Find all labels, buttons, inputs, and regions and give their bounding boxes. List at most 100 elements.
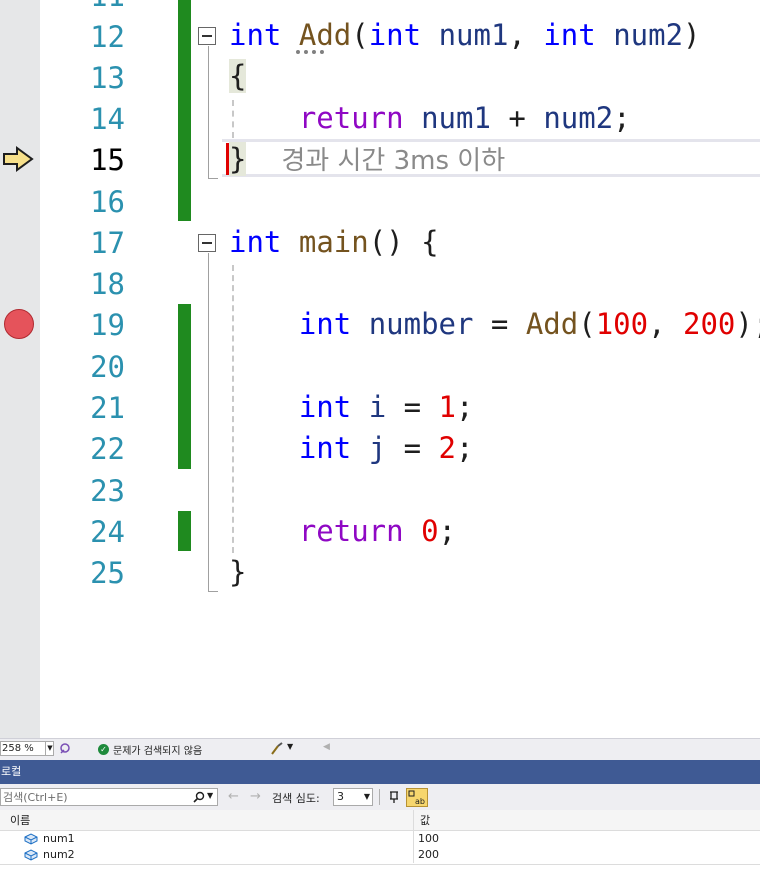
token-number: 1 (438, 390, 457, 424)
search-input[interactable] (3, 789, 189, 805)
line-number: 21 (90, 391, 125, 425)
issues-status-text: 문제가 검색되지 않음 (113, 746, 203, 757)
token-brace: { (229, 59, 247, 93)
token-number: 0 (421, 514, 439, 548)
code-line-21[interactable]: int i = 1; (229, 387, 474, 428)
check-circle-icon: ✓ (98, 744, 109, 755)
grid-bottom-border (0, 864, 760, 865)
chevron-down-icon[interactable]: ▼ (207, 791, 213, 800)
line-number: 19 (90, 308, 125, 342)
token-param: num1 (421, 18, 509, 52)
local-value[interactable]: 100 (418, 831, 439, 847)
variable-icon (24, 833, 38, 845)
editor-statusbar: 258 % ▼ ✓ 문제가 검색되지 않음 ▼ ◀ (0, 738, 760, 760)
depth-dropdown[interactable]: 3 ▼ (333, 788, 373, 806)
token-op: = (386, 390, 439, 424)
token-param: num1 (403, 101, 491, 135)
token-number: 2 (438, 431, 457, 465)
brush-icon[interactable] (270, 742, 284, 755)
token-param: num2 (595, 18, 684, 52)
token-function: main (298, 225, 369, 259)
token-punct: ( (351, 18, 369, 52)
code-line-17[interactable]: int main() { (229, 222, 439, 263)
code-line-24[interactable]: return 0; (229, 511, 456, 552)
code-line-13[interactable]: { (229, 56, 247, 97)
code-line-14[interactable]: return num1 + num2; (229, 98, 631, 139)
line-number: 23 (90, 474, 125, 508)
perf-tip-hint[interactable]: 경과 시간 3ms 이하 (281, 146, 505, 176)
column-header-value[interactable]: 값 (420, 812, 430, 828)
line-number: 25 (90, 556, 125, 590)
chevron-down-icon[interactable]: ▼ (45, 741, 54, 756)
token-punct: ; (456, 390, 474, 424)
collapse-icon[interactable] (198, 27, 216, 45)
token-punct: ); (735, 307, 760, 341)
token-variable: number (351, 307, 474, 341)
column-separator[interactable] (413, 810, 414, 830)
change-indicator-bar (178, 0, 191, 221)
code-editor[interactable]: 11 12 13 14 15 16 17 18 19 20 21 22 23 2… (0, 0, 760, 738)
token-number: 200 (683, 307, 736, 341)
token-op: + (490, 101, 544, 135)
token-brace: } (229, 555, 247, 589)
token-punct: () { (368, 225, 439, 259)
fold-guide-line (208, 253, 209, 592)
line-number: 18 (90, 267, 125, 301)
column-header-name[interactable]: 이름 (10, 812, 30, 828)
token-param: num2 (543, 101, 614, 135)
local-value[interactable]: 200 (418, 847, 439, 863)
locals-search-box[interactable]: ▼ (0, 788, 218, 806)
code-line-25[interactable]: } (229, 552, 246, 593)
token-punct: ) (683, 18, 701, 52)
token-number: 100 (595, 307, 649, 341)
token-variable: i (351, 390, 387, 424)
line-number-current: 15 (90, 143, 125, 177)
token-keyword: int (298, 307, 352, 341)
fold-guide-end (208, 178, 218, 179)
scroll-left-icon[interactable]: ◀ (323, 742, 330, 752)
hex-display-icon[interactable]: ab (406, 788, 428, 807)
token-keyword: int (543, 18, 596, 52)
token-op: = (386, 431, 439, 465)
token-control: return (298, 101, 404, 135)
line-number: 14 (90, 102, 125, 136)
token-keyword: int (298, 431, 352, 465)
token-variable: j (351, 431, 387, 465)
forward-arrow-icon[interactable]: → (250, 789, 261, 804)
search-icon[interactable] (193, 791, 205, 803)
change-indicator-bar (178, 511, 191, 551)
back-arrow-icon[interactable]: ← (228, 789, 239, 804)
line-number: 17 (90, 226, 125, 260)
locals-panel-title[interactable]: 로컬 (0, 760, 760, 784)
locals-grid-header: 이름 값 (0, 810, 760, 831)
chevron-down-icon[interactable]: ▼ (287, 742, 293, 751)
fold-guide-end (208, 591, 218, 592)
line-number: 12 (90, 20, 125, 54)
token-punct: , (648, 307, 684, 341)
table-row[interactable]: num2 200 (0, 847, 760, 863)
codelens-dots[interactable] (296, 46, 324, 54)
chevron-down-icon: ▼ (363, 792, 370, 801)
pin-icon[interactable] (387, 790, 401, 804)
token-punct: ( (578, 307, 596, 341)
glyph-margin[interactable] (0, 0, 40, 738)
line-number: 24 (90, 515, 125, 549)
breakpoint-icon[interactable] (4, 309, 34, 339)
depth-value: 3 (337, 790, 344, 803)
intellicode-icon[interactable] (59, 742, 72, 755)
token-function: Add (525, 307, 579, 341)
fold-guide-line (208, 46, 209, 179)
line-number: 22 (90, 432, 125, 466)
change-indicator-bar (178, 304, 191, 469)
local-name: num2 (43, 848, 75, 861)
zoom-value: 258 % (2, 743, 34, 754)
code-line-19[interactable]: int number = Add(100, 200); (229, 304, 760, 345)
code-line-15[interactable]: } 경과 시간 3ms 이하 (229, 139, 505, 180)
collapse-icon[interactable] (198, 234, 216, 252)
column-separator (413, 831, 414, 847)
column-separator (413, 847, 414, 863)
issues-status[interactable]: ✓ 문제가 검색되지 않음 (98, 742, 202, 757)
line-number: 11 (40, 0, 125, 17)
table-row[interactable]: num1 100 (0, 831, 760, 847)
code-line-22[interactable]: int j = 2; (229, 428, 474, 469)
